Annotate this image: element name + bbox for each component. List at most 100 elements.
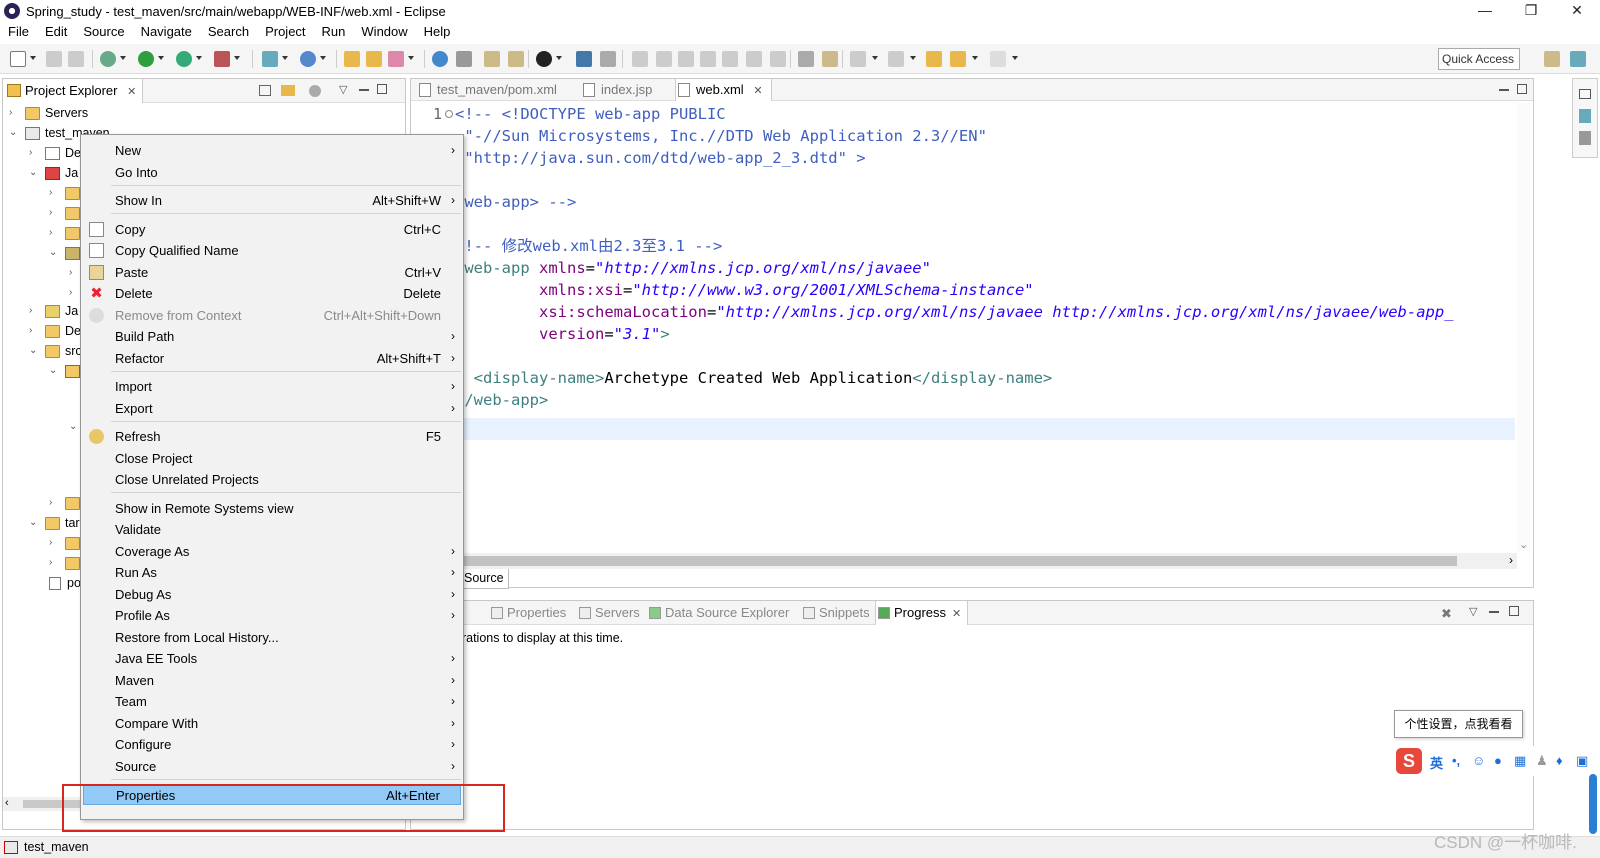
menu-item-debug-as[interactable]: Debug As › [83, 584, 461, 605]
minimize-button[interactable]: — [1462, 0, 1508, 22]
menu-item-maven[interactable]: Maven › [83, 670, 461, 691]
link-editor-icon[interactable] [281, 85, 295, 96]
open-task-icon[interactable] [366, 51, 382, 67]
outline-icon[interactable] [1579, 109, 1591, 123]
close-tab-icon[interactable]: ✕ [753, 85, 762, 97]
step-return-icon[interactable] [770, 51, 786, 67]
new-dropdown-icon[interactable] [30, 56, 36, 60]
run-icon[interactable] [138, 51, 154, 67]
menu-item-new[interactable]: New › [83, 140, 461, 161]
close-tab-icon[interactable]: ✕ [127, 86, 136, 98]
menu-run[interactable]: Run [314, 22, 354, 42]
web-service-dropdown-icon[interactable] [320, 56, 326, 60]
tab-web-xml[interactable]: web.xml ✕ [675, 79, 772, 101]
toggle-mark-icon[interactable] [484, 51, 500, 67]
last-edit-icon[interactable] [926, 51, 942, 67]
word-wrap-icon[interactable] [798, 51, 814, 67]
menu-item-configure[interactable]: Configure › [83, 734, 461, 755]
prev-annotation-dropdown-icon[interactable] [910, 56, 916, 60]
expand-icon[interactable]: › [9, 108, 19, 118]
menu-item-restore-local-history[interactable]: Restore from Local History... [83, 627, 461, 648]
ime-tooltip[interactable]: 个性设置，点我看看 [1394, 710, 1523, 738]
tab-source[interactable]: Source [459, 569, 509, 589]
menu-item-close-unrelated-projects[interactable]: Close Unrelated Projects [83, 469, 461, 490]
tab-snippets[interactable]: Snippets [801, 601, 870, 625]
resume-icon[interactable] [632, 51, 648, 67]
open-type-icon[interactable] [344, 51, 360, 67]
minimize-view-icon[interactable] [1489, 611, 1499, 613]
keyboard-icon[interactable]: ▦ [1514, 753, 1526, 769]
save-icon[interactable] [46, 51, 62, 67]
expand-icon[interactable]: › [29, 326, 39, 336]
menu-edit[interactable]: Edit [37, 22, 75, 42]
console-icon[interactable] [576, 51, 592, 67]
forward-dropdown-icon[interactable] [1012, 56, 1018, 60]
remove-all-finished-icon[interactable]: ✖ [1441, 606, 1452, 622]
menu-item-copy-qualified-name[interactable]: Copy Qualified Name [83, 240, 461, 261]
close-tab-icon[interactable]: ✕ [952, 608, 961, 620]
skin-icon[interactable]: ♦ [1556, 753, 1563, 768]
menu-item-delete[interactable]: ✖ Delete Delete [83, 283, 461, 304]
tab-servers[interactable]: Servers [577, 601, 640, 625]
menu-item-run-as[interactable]: Run As › [83, 562, 461, 583]
theme-dropdown-icon[interactable] [556, 56, 562, 60]
dark-theme-icon[interactable] [536, 51, 552, 67]
annotation-icon[interactable] [508, 51, 524, 67]
menu-item-profile-as[interactable]: Profile As › [83, 605, 461, 626]
menu-item-build-path[interactable]: Build Path › [83, 326, 461, 347]
menu-item-import[interactable]: Import › [83, 376, 461, 397]
collapse-icon[interactable]: ⌄ [29, 168, 39, 178]
collapse-icon[interactable]: ⌄ [49, 366, 59, 376]
filter-icon[interactable] [309, 85, 321, 97]
expand-icon[interactable]: › [49, 538, 59, 548]
java-ee-perspective-icon[interactable] [1570, 51, 1586, 67]
menu-item-refresh[interactable]: Refresh F5 [83, 426, 461, 447]
new-icon[interactable] [10, 51, 26, 67]
menu-item-go-into[interactable]: Go Into [83, 162, 461, 183]
fold-icon[interactable] [445, 110, 453, 118]
scroll-right-icon[interactable]: › [1509, 553, 1513, 567]
maximize-view-icon[interactable] [1509, 606, 1519, 616]
microphone-icon[interactable]: ● [1494, 753, 1502, 768]
search-icon[interactable] [388, 51, 404, 67]
ant-icon[interactable] [456, 51, 472, 67]
coverage-icon[interactable] [214, 51, 230, 67]
menu-item-refactor[interactable]: Refactor Alt+Shift+T › [83, 348, 461, 369]
expand-icon[interactable]: › [69, 268, 79, 278]
view-menu-icon[interactable]: ▽ [339, 83, 347, 96]
tab-properties[interactable]: Properties [489, 601, 566, 625]
run-external-dropdown-icon[interactable] [196, 56, 202, 60]
back-dropdown-icon[interactable] [972, 56, 978, 60]
scrollbar-thumb[interactable] [463, 556, 1457, 566]
menu-item-close-project[interactable]: Close Project [83, 448, 461, 469]
menu-item-coverage-as[interactable]: Coverage As › [83, 541, 461, 562]
punctuation-icon[interactable]: •, [1452, 753, 1460, 768]
expand-icon[interactable]: › [49, 558, 59, 568]
tab-project-explorer[interactable]: Project Explorer ✕ [3, 79, 144, 103]
ime-language-toggle[interactable]: 英 [1430, 753, 1443, 772]
next-annotation-icon[interactable] [850, 51, 866, 67]
step-over-icon[interactable] [746, 51, 762, 67]
expand-icon[interactable]: › [49, 228, 59, 238]
expand-icon[interactable]: › [49, 498, 59, 508]
menu-window[interactable]: Window [353, 22, 415, 42]
open-perspective-icon[interactable] [1544, 51, 1560, 67]
menu-navigate[interactable]: Navigate [133, 22, 200, 42]
scroll-left-icon[interactable]: ‹ [5, 797, 9, 809]
expand-icon[interactable]: › [69, 288, 79, 298]
collapse-icon[interactable]: ⌄ [69, 422, 79, 432]
minimize-editor-icon[interactable] [1499, 89, 1509, 91]
whitespace-icon[interactable] [822, 51, 838, 67]
scroll-down-icon[interactable]: ⌄ [1519, 538, 1528, 551]
expand-icon[interactable]: › [29, 306, 39, 316]
debug-dropdown-icon[interactable] [120, 56, 126, 60]
menu-source[interactable]: Source [75, 22, 132, 42]
user-icon[interactable]: ♟ [1536, 753, 1548, 769]
tab-data-source-explorer[interactable]: Data Source Explorer [647, 601, 789, 625]
back-icon[interactable] [950, 51, 966, 67]
browser-icon[interactable] [432, 51, 448, 67]
editor-horizontal-scrollbar[interactable]: › [455, 553, 1517, 569]
tree-item-servers[interactable]: › Servers [3, 103, 403, 123]
menu-item-compare-with[interactable]: Compare With › [83, 713, 461, 734]
editor-vertical-scrollbar[interactable]: ⌄ [1517, 103, 1531, 551]
